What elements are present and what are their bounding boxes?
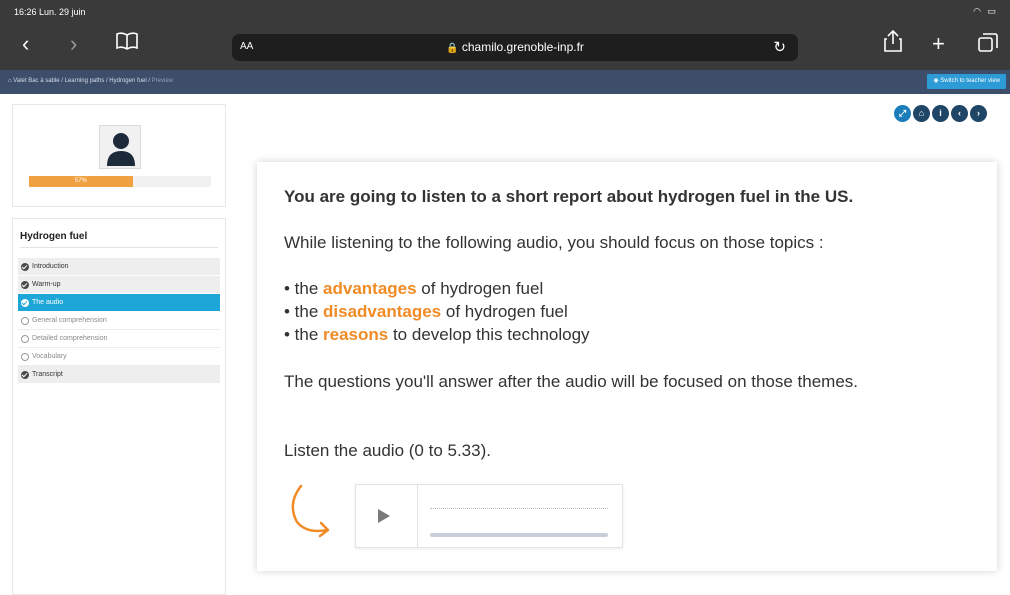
ios-status-bar: 16:26 Lun. 29 juin ◠ ▭	[0, 0, 1010, 22]
breadcrumb-current: Preview	[151, 78, 174, 84]
course-header: ⌂ Valet Bac à sable / Learning paths / H…	[0, 70, 1010, 94]
switch-teacher-view-button[interactable]: ◉ Switch to teacher view	[927, 74, 1006, 89]
lp-item-label: The audio	[32, 299, 64, 306]
lp-item[interactable]: The audio	[18, 294, 220, 312]
empty-circle-icon	[21, 352, 29, 361]
back-icon[interactable]: ‹	[22, 32, 29, 56]
audio-player	[355, 484, 623, 548]
breadcrumb-item[interactable]: Learning paths	[65, 78, 105, 84]
user-icon	[107, 133, 135, 166]
learning-path-panel: Hydrogen fuel Introduction Warm-up The aud…	[12, 218, 226, 595]
forward-icon[interactable]: ›	[70, 32, 77, 56]
profile-card: 57%	[12, 104, 226, 207]
switch-teacher-view-label: Switch to teacher view	[940, 78, 1000, 84]
lp-item[interactable]: Warm-up	[18, 276, 220, 294]
status-time: 16:26 Lun. 29 juin	[14, 7, 86, 17]
eye-icon: ◉	[933, 78, 939, 84]
lp-item[interactable]: Introduction	[18, 258, 220, 276]
topic-keyword: disadvantages	[323, 302, 442, 321]
intro-title: You are going to listen to a short repor…	[284, 187, 854, 206]
questions-text: The questions you'll answer after the au…	[284, 372, 859, 391]
lp-navigation: ⤢ ⌂ i ‹ ›	[894, 105, 987, 122]
previous-icon[interactable]: ‹	[951, 105, 968, 122]
focus-text: While listening to the following audio, …	[284, 233, 824, 252]
check-circle-icon	[21, 370, 29, 379]
lock-icon: 🔒	[446, 43, 459, 54]
lp-item-label: Transcript	[32, 371, 63, 378]
empty-circle-icon	[21, 334, 29, 343]
lp-item-label: Introduction	[32, 263, 69, 270]
learning-path-list: Introduction Warm-up The audio General comp…	[18, 258, 220, 384]
expand-icon[interactable]: ⤢	[894, 105, 911, 122]
content-panel: You are going to listen to a short repor…	[257, 162, 997, 571]
avatar	[99, 125, 141, 169]
topic-keyword: reasons	[323, 325, 389, 344]
lp-item-label: Warm-up	[32, 281, 61, 288]
play-icon	[378, 509, 390, 523]
topic-item: • the reasons to develop this technology	[284, 325, 590, 345]
breadcrumb: ⌂ Valet Bac à sable / Learning paths / H…	[8, 78, 174, 84]
breadcrumb-item[interactable]: Valet Bac à sable	[13, 78, 59, 84]
home-icon[interactable]: ⌂	[8, 78, 12, 84]
progress-label: 57%	[74, 178, 87, 184]
url-label: chamilo.grenoble-inp.fr	[461, 40, 584, 54]
browser-toolbar: ‹ › AA 🔒 chamilo.grenoble-inp.fr ↻ +	[0, 22, 1010, 70]
lp-item[interactable]: General comprehension	[18, 312, 220, 330]
tabs-icon[interactable]	[978, 33, 998, 58]
lp-item-label: Detailed comprehension	[32, 335, 108, 342]
lp-item-label: Vocabulary	[32, 353, 67, 360]
address-bar[interactable]: AA 🔒 chamilo.grenoble-inp.fr ↻	[232, 34, 798, 61]
divider	[20, 247, 218, 248]
topic-prefix: • the	[284, 279, 324, 298]
lp-item-label: General comprehension	[32, 317, 107, 324]
check-circle-icon	[21, 298, 29, 307]
topic-suffix: of hydrogen fuel	[416, 279, 544, 298]
topic-suffix: of hydrogen fuel	[441, 302, 568, 321]
info-icon[interactable]: i	[932, 105, 949, 122]
lp-item[interactable]: Transcript	[18, 366, 220, 384]
new-tab-icon[interactable]: +	[932, 32, 945, 56]
progress-bar: 57%	[29, 176, 211, 187]
waveform-placeholder	[430, 508, 608, 509]
learning-path-title: Hydrogen fuel	[20, 231, 88, 242]
listen-text: Listen the audio (0 to 5.33).	[284, 441, 491, 460]
topic-suffix: to develop this technology	[388, 325, 590, 344]
audio-seek-bar[interactable]	[430, 533, 608, 537]
lp-item[interactable]: Vocabulary	[18, 348, 220, 366]
empty-circle-icon	[21, 316, 29, 325]
play-button[interactable]	[356, 485, 418, 547]
topic-item: • the disadvantages of hydrogen fuel	[284, 302, 568, 322]
topic-keyword: advantages	[323, 279, 417, 298]
wifi-icon: ◠	[973, 6, 983, 16]
topic-prefix: • the	[284, 302, 324, 321]
topic-prefix: • the	[284, 325, 324, 344]
next-icon[interactable]: ›	[970, 105, 987, 122]
url-text: 🔒 chamilo.grenoble-inp.fr	[232, 40, 798, 54]
check-circle-icon	[21, 262, 29, 271]
topic-item: • the advantages of hydrogen fuel	[284, 279, 543, 299]
reload-icon[interactable]: ↻	[773, 38, 786, 56]
battery-icon: ▭	[987, 6, 998, 16]
system-status-icons: ◠ ▭	[973, 6, 998, 17]
bookmarks-icon[interactable]	[116, 32, 138, 56]
lp-item[interactable]: Detailed comprehension	[18, 330, 220, 348]
share-icon[interactable]	[884, 29, 902, 57]
check-circle-icon	[21, 280, 29, 289]
breadcrumb-item[interactable]: Hydrogen fuel	[109, 78, 146, 84]
home-icon[interactable]: ⌂	[913, 105, 930, 122]
curved-arrow-icon	[291, 484, 330, 538]
